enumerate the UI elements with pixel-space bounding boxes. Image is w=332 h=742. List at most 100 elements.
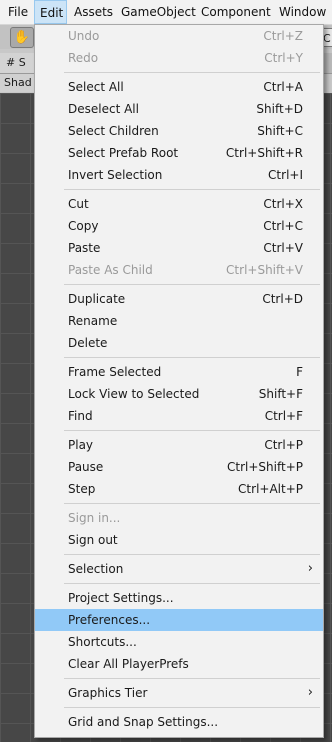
- menu-item-play[interactable]: Play Ctrl+P: [35, 434, 323, 456]
- menu-item-shortcut: Shift+D: [256, 102, 303, 116]
- menu-item-label: Graphics Tier: [68, 686, 148, 700]
- menu-item-pause[interactable]: Pause Ctrl+Shift+P: [35, 456, 323, 478]
- menu-item-label: Duplicate: [68, 292, 126, 306]
- menu-item-label: Grid and Snap Settings...: [68, 715, 219, 729]
- menu-item-label: Deselect All: [68, 102, 139, 116]
- menu-item-label: Cut: [68, 197, 89, 211]
- menu-item-label: Select Prefab Root: [68, 146, 179, 160]
- menu-item-shortcut: Ctrl+D: [262, 292, 303, 306]
- shading-mode-dropdown[interactable]: Shad: [0, 74, 34, 92]
- menu-item-shortcut: Ctrl+I: [268, 168, 303, 182]
- menu-item-shortcut: Ctrl+C: [263, 219, 303, 233]
- menu-item-shortcut: Shift+F: [258, 387, 303, 401]
- menu-item-label: Lock View to Selected: [68, 387, 200, 401]
- menu-item-label: Paste As Child: [68, 263, 153, 277]
- menu-item-sign-out[interactable]: Sign out: [35, 529, 323, 551]
- menu-item-shortcut: Ctrl+X: [263, 197, 303, 211]
- menu-item-shortcut: Ctrl+Y: [264, 51, 303, 65]
- menu-item-undo[interactable]: Undo Ctrl+Z: [35, 25, 323, 47]
- menu-item-shortcut: Ctrl+Shift+P: [227, 460, 303, 474]
- hand-tool-button[interactable]: ✋: [10, 27, 34, 48]
- menu-item-label: Sign out: [68, 533, 118, 547]
- menu-item-select-all[interactable]: Select All Ctrl+A: [35, 76, 323, 98]
- menu-separator: [64, 583, 320, 584]
- menu-separator: [64, 189, 320, 190]
- menu-item-label: Undo: [68, 29, 100, 43]
- menu-item-duplicate[interactable]: Duplicate Ctrl+D: [35, 288, 323, 310]
- menu-item-label: Delete: [68, 336, 108, 350]
- menu-item-label: Paste: [68, 241, 101, 255]
- menu-item-shortcut: Ctrl+V: [263, 241, 303, 255]
- menu-item-frame-selected[interactable]: Frame Selected F: [35, 361, 323, 383]
- menu-item-selection[interactable]: Selection ›: [35, 558, 323, 580]
- menu-item-shortcut: Shift+C: [257, 124, 303, 138]
- menu-item-copy[interactable]: Copy Ctrl+C: [35, 215, 323, 237]
- edit-menu-dropdown: Undo Ctrl+Z Redo Ctrl+Y Select All Ctrl+…: [34, 24, 324, 738]
- tab-scene[interactable]: # S: [0, 53, 34, 73]
- menu-item-shortcut: Ctrl+P: [264, 438, 303, 452]
- menu-item-label: Select Children: [68, 124, 159, 138]
- menu-item-label: Play: [68, 438, 94, 452]
- menu-component[interactable]: Component: [201, 0, 271, 24]
- menu-item-label: Preferences...: [68, 613, 151, 627]
- menu-item-label: Invert Selection: [68, 168, 163, 182]
- menu-item-label: Copy: [68, 219, 99, 233]
- menu-item-find[interactable]: Find Ctrl+F: [35, 405, 323, 427]
- menu-item-select-children[interactable]: Select Children Shift+C: [35, 120, 323, 142]
- menu-separator: [64, 554, 320, 555]
- menu-item-invert-selection[interactable]: Invert Selection Ctrl+I: [35, 164, 323, 186]
- menu-item-shortcut: Ctrl+Z: [263, 29, 303, 43]
- menu-bar: File Edit Assets GameObject Component Wi…: [0, 0, 332, 25]
- chevron-right-icon: ›: [307, 685, 313, 700]
- menu-item-shortcut: Ctrl+Shift+R: [225, 146, 303, 160]
- menu-item-deselect-all[interactable]: Deselect All Shift+D: [35, 98, 323, 120]
- menu-item-cut[interactable]: Cut Ctrl+X: [35, 193, 323, 215]
- menu-window[interactable]: Window: [279, 0, 326, 24]
- menu-item-shortcuts[interactable]: Shortcuts...: [35, 631, 323, 653]
- menu-separator: [64, 430, 320, 431]
- menu-item-lock-view-to-selected[interactable]: Lock View to Selected Shift+F: [35, 383, 323, 405]
- menu-item-label: Project Settings...: [68, 591, 174, 605]
- menu-item-label: Clear All PlayerPrefs: [68, 657, 189, 671]
- menu-item-preferences[interactable]: Preferences...: [35, 609, 323, 631]
- menu-separator: [64, 284, 320, 285]
- menu-item-select-prefab-root[interactable]: Select Prefab Root Ctrl+Shift+R: [35, 142, 323, 164]
- menu-item-label: Redo: [68, 51, 99, 65]
- menu-item-label: Step: [68, 482, 96, 496]
- menu-item-shortcut: Ctrl+A: [263, 80, 303, 94]
- menu-item-sign-in[interactable]: Sign in...: [35, 507, 323, 529]
- menu-item-delete[interactable]: Delete: [35, 332, 323, 354]
- menu-item-redo[interactable]: Redo Ctrl+Y: [35, 47, 323, 69]
- menu-item-shortcut: Ctrl+Alt+P: [238, 482, 303, 496]
- menu-separator: [64, 707, 320, 708]
- menu-item-project-settings[interactable]: Project Settings...: [35, 587, 323, 609]
- menu-item-paste[interactable]: Paste Ctrl+V: [35, 237, 323, 259]
- menu-gameobject[interactable]: GameObject: [121, 0, 196, 24]
- menu-item-grid-and-snap-settings[interactable]: Grid and Snap Settings...: [35, 711, 323, 733]
- menu-file[interactable]: File: [8, 0, 28, 24]
- chevron-right-icon: ›: [307, 561, 313, 576]
- menu-item-shortcut: Ctrl+Shift+V: [226, 263, 303, 277]
- menu-item-label: Shortcuts...: [68, 635, 137, 649]
- menu-separator: [64, 357, 320, 358]
- menu-item-clear-playerprefs[interactable]: Clear All PlayerPrefs: [35, 653, 323, 675]
- menu-separator: [64, 678, 320, 679]
- menu-item-step[interactable]: Step Ctrl+Alt+P: [35, 478, 323, 500]
- menu-item-shortcut: Ctrl+F: [264, 409, 303, 423]
- hand-icon: ✋: [13, 30, 31, 45]
- menu-item-label: Select All: [68, 80, 124, 94]
- menu-assets[interactable]: Assets: [74, 0, 113, 24]
- menu-item-rename[interactable]: Rename: [35, 310, 323, 332]
- menu-edit[interactable]: Edit: [34, 0, 67, 24]
- menu-item-paste-as-child[interactable]: Paste As Child Ctrl+Shift+V: [35, 259, 323, 281]
- menu-item-label: Selection: [68, 562, 124, 576]
- menu-item-graphics-tier[interactable]: Graphics Tier ›: [35, 682, 323, 704]
- menu-item-label: Sign in...: [68, 511, 121, 525]
- menu-item-label: Find: [68, 409, 93, 423]
- menu-item-label: Pause: [68, 460, 104, 474]
- menu-item-shortcut: F: [296, 365, 303, 379]
- menu-item-label: Frame Selected: [68, 365, 162, 379]
- menu-item-label: Rename: [68, 314, 118, 328]
- menu-separator: [64, 72, 320, 73]
- menu-separator: [64, 503, 320, 504]
